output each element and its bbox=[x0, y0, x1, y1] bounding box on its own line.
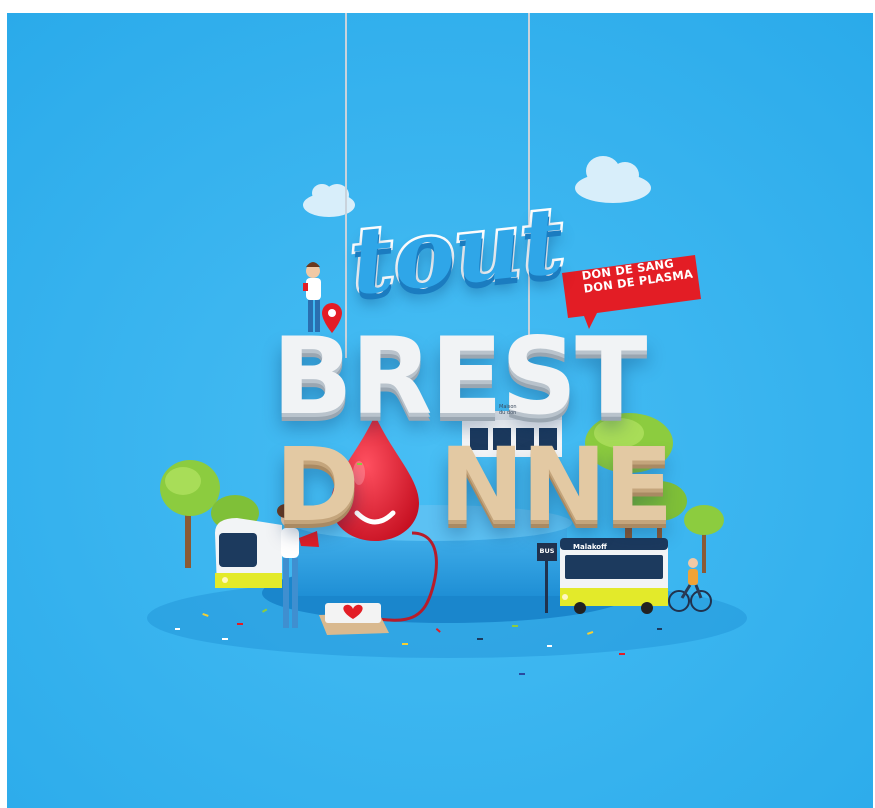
building-sign: Maison du don bbox=[499, 404, 539, 416]
headline-brest: BREST bbox=[272, 315, 647, 438]
poster: tout BREST D NNE DON DE SANG DON DE PLAS… bbox=[7, 13, 873, 808]
heart-button-icon bbox=[319, 603, 389, 635]
bus-destination: Malakoff bbox=[573, 543, 607, 551]
headline-donne-first-letter: D bbox=[275, 426, 360, 545]
headline-tout: tout bbox=[343, 184, 571, 319]
building-sign-line-2: du don bbox=[499, 410, 517, 416]
headline-donne-rest: NNE bbox=[439, 426, 673, 545]
headline-donne: D NNE bbox=[269, 426, 673, 545]
bus-stop-sign: BUS bbox=[539, 545, 555, 557]
